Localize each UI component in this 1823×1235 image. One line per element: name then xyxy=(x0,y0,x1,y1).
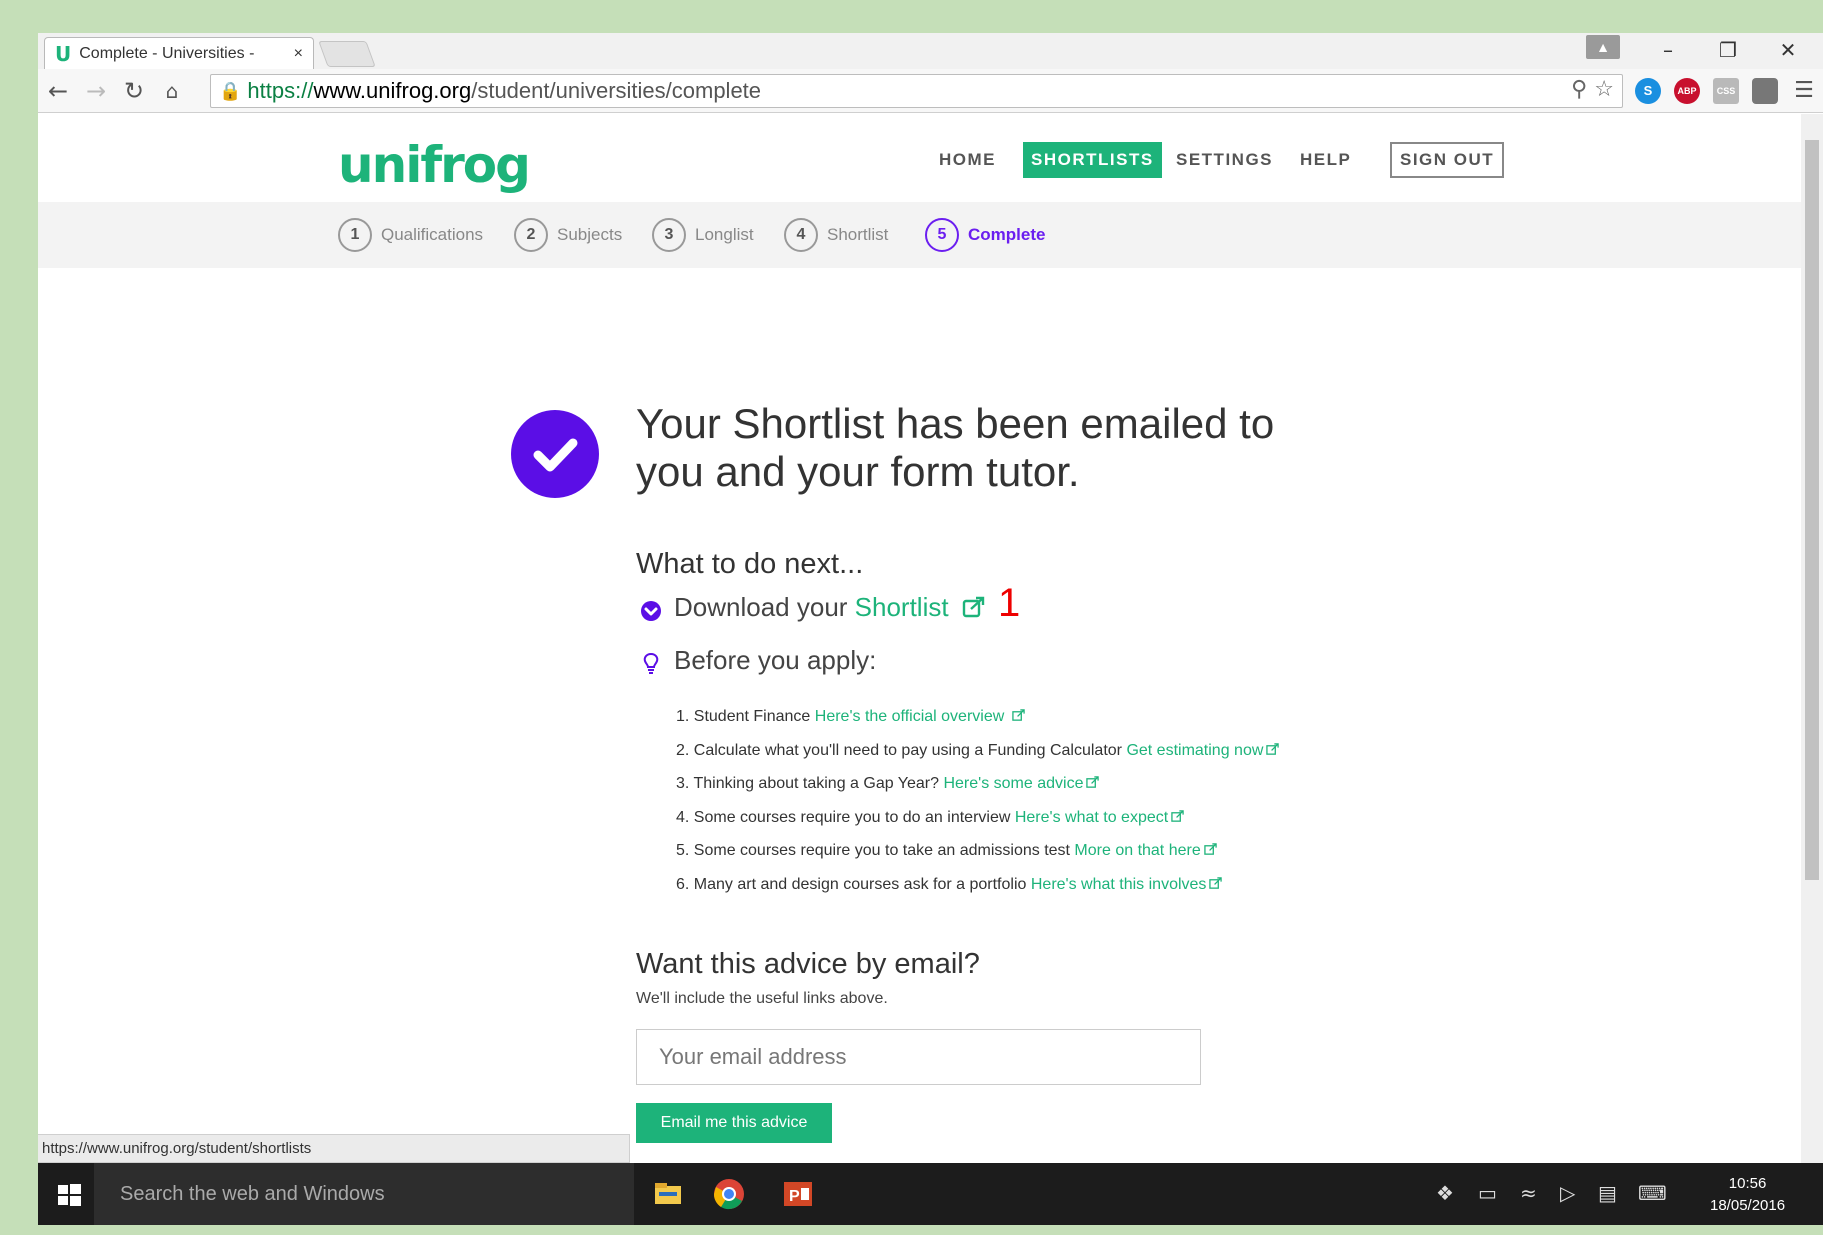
nav-home[interactable]: HOME xyxy=(931,142,1004,178)
email-advice-button[interactable]: Email me this advice xyxy=(636,1103,832,1143)
tab-title: Complete - Universities - xyxy=(79,44,255,62)
list-item: 4. Some courses require you to do an int… xyxy=(676,801,1279,835)
list-item: 3. Thinking about taking a Gap Year? Her… xyxy=(676,767,1279,801)
advice-link[interactable]: Here's what to expect xyxy=(1015,809,1184,826)
sign-out-button[interactable]: SIGN OUT xyxy=(1390,142,1505,178)
list-item: 1. Student Finance Here's the official o… xyxy=(676,700,1279,734)
shortlist-link[interactable]: Shortlist xyxy=(855,592,986,622)
annotation-number: 1 xyxy=(998,581,1021,625)
volume-muted-icon[interactable]: ▷ xyxy=(1560,1181,1575,1205)
download-row: Download your Shortlist xyxy=(674,592,986,623)
reload-icon[interactable]: ↻ xyxy=(118,75,150,107)
step-longlist[interactable]: 3 Longlist xyxy=(652,218,754,252)
taskbar-search[interactable]: Search the web and Windows xyxy=(94,1163,634,1225)
success-check-icon xyxy=(511,410,599,498)
battery-icon[interactable]: ▭ xyxy=(1478,1181,1497,1205)
step-subjects[interactable]: 2 Subjects xyxy=(514,218,622,252)
advice-link[interactable]: Get estimating now xyxy=(1126,742,1280,759)
list-item: 5. Some courses require you to take an a… xyxy=(676,834,1279,868)
chrome-icon[interactable] xyxy=(712,1177,746,1211)
lock-icon: 🔒 xyxy=(219,80,242,102)
external-link-icon xyxy=(1171,809,1184,822)
external-link-icon xyxy=(1203,843,1217,855)
dropbox-icon[interactable]: ❖ xyxy=(1436,1181,1454,1205)
external-link-icon xyxy=(1266,742,1280,755)
step-qualifications[interactable]: 1 Qualifications xyxy=(338,218,483,252)
url-host: www.unifrog.org xyxy=(313,78,472,103)
forward-icon[interactable]: → xyxy=(80,75,112,107)
home-icon[interactable]: ⌂ xyxy=(156,75,188,107)
new-tab-button[interactable] xyxy=(318,41,376,67)
url-scheme: https:// xyxy=(247,78,314,103)
step-shortlist[interactable]: 4 Shortlist xyxy=(784,218,888,252)
lightbulb-icon xyxy=(643,652,659,674)
email-input[interactable] xyxy=(636,1029,1201,1085)
advice-link[interactable]: Here's some advice xyxy=(943,775,1100,792)
keyboard-icon[interactable]: ⌨ xyxy=(1638,1181,1667,1205)
browser-window: U Complete - Universities - × ▲ – ❐ ✕ ← … xyxy=(38,33,1823,1225)
nav-settings[interactable]: SETTINGS xyxy=(1168,142,1281,178)
back-icon[interactable]: ← xyxy=(42,75,74,107)
restore-icon[interactable]: ❐ xyxy=(1698,33,1758,67)
zoom-star-icons[interactable]: ⚲ ☆ xyxy=(1571,77,1614,102)
profile-icon[interactable]: ▲ xyxy=(1586,35,1620,59)
skype-extension-icon[interactable]: S xyxy=(1635,78,1661,104)
email-heading: Want this advice by email? xyxy=(636,948,980,980)
step-complete[interactable]: 5 Complete xyxy=(925,218,1045,252)
external-link-icon xyxy=(962,596,985,618)
before-apply-heading: Before you apply: xyxy=(674,645,877,675)
advice-link[interactable]: More on that here xyxy=(1074,842,1217,859)
email-subtext: We'll include the useful links above. xyxy=(636,990,888,1007)
nav-shortlists[interactable]: SHORTLISTS xyxy=(1023,142,1162,178)
minimize-icon[interactable]: – xyxy=(1638,33,1698,67)
page-headline: Your Shortlist has been emailed to you a… xyxy=(636,400,1275,495)
wifi-icon[interactable]: ≈ xyxy=(1520,1181,1537,1205)
download-icon xyxy=(641,601,661,621)
extension-icon[interactable] xyxy=(1752,78,1778,104)
web-page: unifrog HOME SHORTLISTS SETTINGS HELP SI… xyxy=(38,114,1801,1163)
svg-text:P: P xyxy=(789,1188,800,1205)
list-item: 2. Calculate what you'll need to pay usi… xyxy=(676,734,1280,768)
advice-link[interactable]: Here's what this involves xyxy=(1031,876,1223,893)
windows-start-icon[interactable] xyxy=(52,1177,86,1211)
menu-icon[interactable]: ☰ xyxy=(1788,75,1820,107)
external-link-icon xyxy=(1011,709,1025,721)
browser-tab[interactable]: U Complete - Universities - × xyxy=(44,37,314,69)
scroll-thumb[interactable] xyxy=(1805,140,1819,880)
tab-close-icon[interactable]: × xyxy=(294,45,303,63)
advice-link[interactable]: Here's the official overview xyxy=(815,708,1025,725)
url-path: /student/universities/complete xyxy=(471,78,762,103)
tab-strip: U Complete - Universities - × ▲ – ❐ ✕ xyxy=(38,33,1823,69)
external-link-icon xyxy=(1086,776,1100,788)
progress-steps: 1 Qualifications 2 Subjects 3 Longlist 4 Sho… xyxy=(38,202,1801,268)
status-bar-url: https://www.unifrog.org/student/shortlis… xyxy=(38,1134,630,1163)
adblock-extension-icon[interactable]: ABP xyxy=(1674,78,1700,104)
next-steps-heading: What to do next... xyxy=(636,548,864,580)
nav-help[interactable]: HELP xyxy=(1292,142,1359,178)
list-item: 6. Many art and design courses ask for a… xyxy=(676,868,1279,902)
address-bar[interactable]: 🔒 https://www.unifrog.org/student/univer… xyxy=(210,74,1623,108)
page-scrollbar[interactable] xyxy=(1801,114,1823,1163)
close-window-icon[interactable]: ✕ xyxy=(1758,33,1818,67)
taskbar-clock[interactable]: 10:56 18/05/2016 xyxy=(1710,1173,1785,1217)
external-link-icon xyxy=(1209,876,1223,889)
unifrog-logo[interactable]: unifrog xyxy=(338,136,531,194)
file-explorer-icon[interactable] xyxy=(651,1177,685,1211)
windows-taskbar: Search the web and Windows P ❖ ▭ ≈ ▷ ▤ ⌨… xyxy=(38,1163,1823,1225)
advice-list: 1. Student Finance Here's the official o… xyxy=(676,700,1280,902)
browser-toolbar: ← → ↻ ⌂ 🔒 https://www.unifrog.org/studen… xyxy=(38,69,1823,113)
site-header: unifrog HOME SHORTLISTS SETTINGS HELP SI… xyxy=(38,114,1801,202)
powerpoint-icon[interactable]: P xyxy=(781,1177,815,1211)
css-extension-icon[interactable]: CSS xyxy=(1713,78,1739,104)
notifications-icon[interactable]: ▤ xyxy=(1598,1181,1617,1205)
unifrog-favicon-icon: U xyxy=(55,41,72,66)
